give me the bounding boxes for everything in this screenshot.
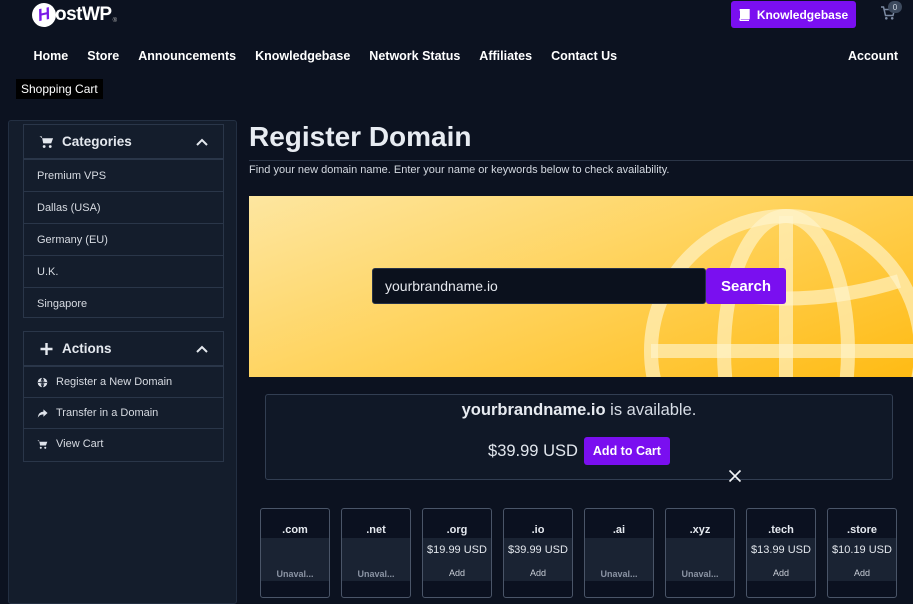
globe-icon [37,377,48,387]
sidebar-item-register-domain[interactable]: Register a New Domain [24,366,223,397]
result-status: is available. [605,401,697,419]
tld-card-io[interactable]: .io $39.99 USD Add [503,508,573,598]
sidebar-item-dallas-usa[interactable]: Dallas (USA) [24,191,223,223]
page-title: Register Domain [249,121,472,152]
tld-name: .store [847,524,877,536]
sidebar-item-label: Transfer in a Domain [56,407,159,419]
breadcrumb: Shopping Cart [16,79,103,99]
share-arrow-icon [37,408,48,418]
categories-header[interactable]: Categories [24,125,223,159]
result-price-row: $39.99 USD Add to Cart [266,437,892,465]
tld-price: $39.99 USD [508,544,568,556]
nav-store[interactable]: Store [78,49,129,65]
sidebar-item-transfer-domain[interactable]: Transfer in a Domain [24,397,223,428]
result-price: $39.99 USD [488,441,578,460]
tld-add-button[interactable]: Add [828,568,896,578]
sidebar-item-germany-eu[interactable]: Germany (EU) [24,223,223,255]
availability-message: yourbrandname.io is available. [266,401,892,420]
tld-price: $10.19 USD [832,544,892,556]
sidebar-item-uk[interactable]: U.K. [24,255,223,287]
logo-mark: H [29,0,59,30]
tld-name: .org [446,524,468,536]
nav-affiliates[interactable]: Affiliates [470,49,542,65]
search-button[interactable]: Search [706,268,786,304]
domain-search-hero: Search [249,196,913,377]
tld-add-button[interactable]: Add [423,568,491,578]
title-divider [249,160,913,161]
categories-panel: Categories Premium VPS Dallas (USA) Germ… [23,124,224,318]
cart-count-badge: 0 [888,1,902,13]
close-icon[interactable] [728,469,742,483]
tld-price: $19.99 USD [427,544,487,556]
nav-account[interactable]: Account [848,49,898,63]
nav-network-status[interactable]: Network Status [360,49,470,65]
actions-header[interactable]: Actions [24,332,223,366]
sidebar-item-view-cart[interactable]: View Cart [24,428,223,459]
tld-name: .xyz [689,524,711,536]
tld-name: .com [282,524,308,536]
logo[interactable]: H ostWP ® [29,0,118,30]
actions-title: Actions [62,341,112,356]
tld-status: Unaval... [357,569,395,579]
sidebar-item-label: Germany (EU) [37,233,108,246]
chevron-up-icon[interactable] [196,138,208,146]
shopping-cart-icon [39,135,54,148]
categories-title: Categories [62,134,132,149]
sidebar-item-label: U.K. [37,265,59,278]
tld-add-button[interactable]: Add [747,568,815,578]
add-to-cart-button[interactable]: Add to Cart [583,437,670,465]
tld-name: .net [366,524,386,536]
tld-name: .tech [768,524,794,536]
tld-card-xyz[interactable]: .xyz Unaval... [665,508,735,598]
nav-knowledgebase[interactable]: Knowledgebase [246,49,360,65]
chevron-up-icon[interactable] [196,345,208,353]
book-icon [739,8,750,21]
sidebar-item-label: View Cart [56,438,104,450]
sidebar-item-label: Singapore [37,297,88,310]
tld-add-button[interactable]: Add [504,568,572,578]
tld-card-net[interactable]: .net Unaval... [341,508,411,598]
tld-status: Unaval... [600,569,638,579]
tld-card-ai[interactable]: .ai Unaval... [584,508,654,598]
tld-card-tech[interactable]: .tech $13.99 USD Add [746,508,816,598]
nav-home[interactable]: Home [24,49,78,65]
sidebar-item-premium-vps[interactable]: Premium VPS [24,159,223,191]
knowledgebase-button-label: Knowledgebase [756,7,849,22]
knowledgebase-button[interactable]: Knowledgebase [731,1,856,28]
plus-icon [40,342,53,355]
actions-panel: Actions Register a New Domain Transfer i… [23,331,224,462]
domain-result-box: yourbrandname.io is available. $39.99 US… [265,394,893,480]
sidebar: Categories Premium VPS Dallas (USA) Germ… [8,120,237,604]
nav-announcements[interactable]: Announcements [129,49,246,65]
sidebar-item-label: Dallas (USA) [37,201,101,214]
shopping-cart-icon [37,439,48,449]
tld-name: .io [531,524,545,536]
nav-contact-us[interactable]: Contact Us [542,49,627,65]
result-domain: yourbrandname.io [461,401,606,419]
tld-status: Unaval... [681,569,719,579]
tld-name: .ai [612,524,626,536]
tld-card-org[interactable]: .org $19.99 USD Add [422,508,492,598]
tld-card-store[interactable]: .store $10.19 USD Add [827,508,897,598]
main-nav: Home Store Announcements Knowledgebase N… [24,49,627,65]
sidebar-item-singapore[interactable]: Singapore [24,287,223,319]
sidebar-item-label: Register a New Domain [56,376,173,388]
tld-price: $13.99 USD [751,544,811,556]
sidebar-item-label: Premium VPS [37,169,107,182]
page-description: Find your new domain name. Enter your na… [249,164,670,176]
tld-card-com[interactable]: .com Unaval... [260,508,330,598]
tld-status: Unaval... [276,569,314,579]
logo-text: ostWP [55,4,112,25]
domain-search-input[interactable] [372,268,706,304]
logo-trademark: ® [112,18,118,24]
